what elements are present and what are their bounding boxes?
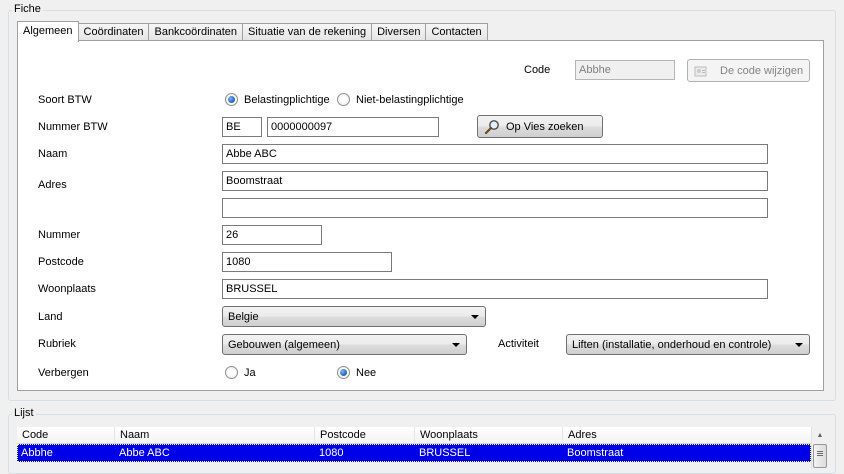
nummer-field[interactable]: 26 bbox=[222, 225, 322, 245]
land-select-value: Belgie bbox=[228, 311, 259, 323]
cell-adres: Boomstraat bbox=[567, 447, 624, 459]
verbergen-label: Verbergen bbox=[38, 367, 89, 379]
adres-label: Adres bbox=[38, 179, 67, 191]
code-label: Code bbox=[524, 64, 551, 76]
radio-verbergen-ja[interactable] bbox=[225, 366, 238, 379]
radio-verbergen-ja-label[interactable]: Ja bbox=[244, 367, 256, 379]
fiche-group-title: Fiche bbox=[12, 3, 43, 15]
adres-line1-field[interactable]: Boomstraat bbox=[222, 171, 768, 191]
tab-strip: Algemeen Coördinaten Bankcoördinaten Sit… bbox=[17, 21, 488, 42]
activiteit-label: Activiteit bbox=[498, 338, 539, 350]
naam-label: Naam bbox=[38, 148, 68, 160]
chevron-down-icon bbox=[795, 343, 803, 347]
magnifier-icon bbox=[484, 119, 500, 135]
scroll-up-icon[interactable]: ▲ bbox=[812, 427, 828, 443]
column-header-woonplaats[interactable]: Woonplaats bbox=[415, 427, 563, 444]
radio-verbergen-nee-label[interactable]: Nee bbox=[356, 367, 376, 379]
lijst-group-title: Lijst bbox=[12, 407, 36, 419]
tab-algemeen[interactable]: Algemeen bbox=[17, 21, 79, 42]
woonplaats-field[interactable]: BRUSSEL bbox=[222, 279, 768, 299]
change-code-label: De code wijzigen bbox=[720, 64, 804, 77]
change-code-button[interactable]: De code wijzigen bbox=[687, 59, 810, 82]
list-header: Code Naam Postcode Woonplaats Adres bbox=[17, 427, 811, 444]
nummer-btw-label: Nummer BTW bbox=[38, 121, 108, 133]
chevron-down-icon bbox=[452, 343, 460, 347]
cell-postcode: 1080 bbox=[319, 447, 344, 459]
postcode-field[interactable]: 1080 bbox=[222, 252, 392, 272]
postcode-label: Postcode bbox=[38, 256, 84, 268]
list-scrollbar[interactable]: ▲ bbox=[811, 427, 828, 468]
rubriek-select[interactable]: Gebouwen (algemeen) bbox=[222, 334, 467, 355]
activiteit-select-value: Liften (installatie, onderhoud en contro… bbox=[572, 339, 772, 351]
rubriek-label: Rubriek bbox=[38, 338, 76, 350]
cell-woonplaats: BRUSSEL bbox=[419, 447, 471, 459]
tab-panel-algemeen: Code Abbhe De code wijzigen Soort BTW Be… bbox=[17, 40, 824, 391]
soort-btw-label: Soort BTW bbox=[38, 94, 92, 106]
adres-line2-field[interactable] bbox=[222, 198, 768, 218]
column-header-postcode[interactable]: Postcode bbox=[315, 427, 415, 444]
cell-naam: Abbe ABC bbox=[119, 447, 170, 459]
naam-field[interactable]: Abbe ABC bbox=[222, 144, 768, 164]
land-select[interactable]: Belgie bbox=[222, 306, 486, 327]
btw-number-field[interactable]: 0000000097 bbox=[267, 117, 439, 137]
column-header-adres[interactable]: Adres bbox=[563, 427, 811, 444]
activiteit-select[interactable]: Liften (installatie, onderhoud en contro… bbox=[566, 334, 810, 355]
radio-verbergen-nee[interactable] bbox=[337, 366, 350, 379]
radio-belastingplichtige[interactable] bbox=[225, 93, 238, 106]
land-label: Land bbox=[38, 311, 63, 323]
woonplaats-label: Woonplaats bbox=[38, 283, 96, 295]
rubriek-select-value: Gebouwen (algemeen) bbox=[228, 339, 340, 351]
user-card-icon bbox=[694, 64, 710, 78]
vies-search-button[interactable]: Op Vies zoeken bbox=[477, 115, 603, 138]
nummer-label: Nummer bbox=[38, 229, 81, 241]
radio-niet-belastingplichtige-label[interactable]: Niet-belastingplichtige bbox=[356, 94, 464, 106]
radio-niet-belastingplichtige[interactable] bbox=[337, 93, 350, 106]
code-field[interactable]: Abbhe bbox=[575, 60, 675, 80]
table-row[interactable]: Abbhe Abbe ABC 1080 BRUSSEL Boomstraat bbox=[17, 444, 811, 462]
chevron-down-icon bbox=[471, 315, 479, 319]
column-header-code[interactable]: Code bbox=[17, 427, 115, 444]
column-header-naam[interactable]: Naam bbox=[115, 427, 315, 444]
vies-search-label: Op Vies zoeken bbox=[506, 120, 584, 133]
radio-belastingplichtige-label[interactable]: Belastingplichtige bbox=[244, 94, 330, 106]
btw-country-field[interactable]: BE bbox=[222, 117, 262, 137]
cell-code: Abbhe bbox=[21, 447, 53, 459]
scrollbar-thumb[interactable] bbox=[813, 444, 827, 468]
